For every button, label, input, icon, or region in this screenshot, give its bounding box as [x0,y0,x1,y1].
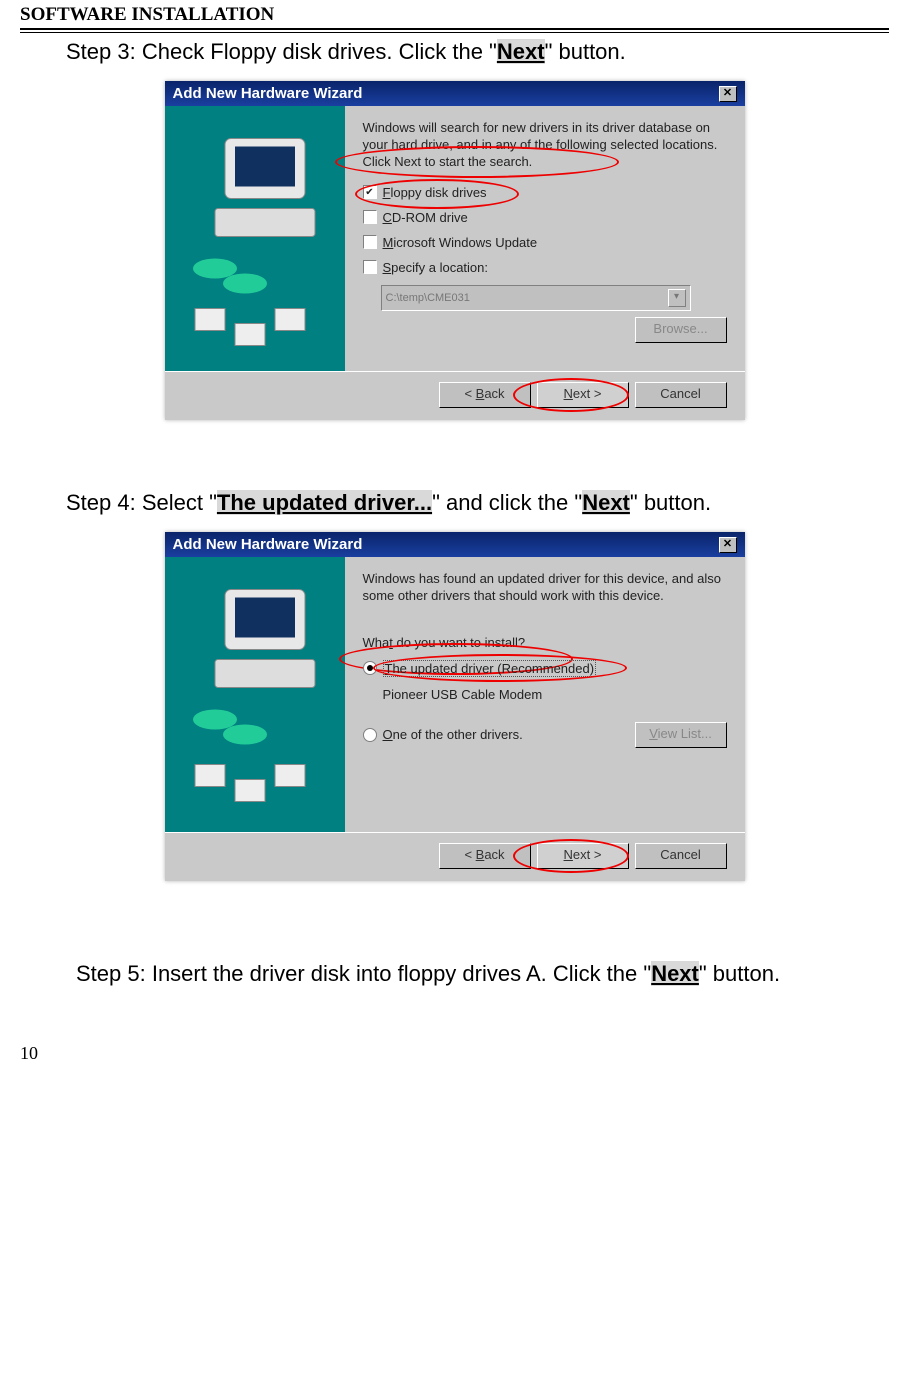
page-number: 10 [20,1003,889,1064]
dialog1-intro: Windows will search for new drivers in i… [363,120,727,171]
specify-label: Specify a location: [383,260,489,275]
dialog-title: Add New Hardware Wizard [173,536,363,553]
titlebar: Add New Hardware Wizard ✕ [165,81,745,106]
dialog2-question: What do you want to install? [363,635,727,650]
location-input: C:\temp\CME031 ▾ [381,285,691,311]
checkbox-icon [363,210,377,224]
view-list-button: View List... [635,722,727,748]
dialog-client: Windows will search for new drivers in i… [165,106,745,371]
step4-hl2: Next [582,490,630,515]
cdrom-checkbox-row[interactable]: CD-ROM drive [363,210,727,225]
dialog-right-pane: Windows has found an updated driver for … [345,557,745,832]
next-button[interactable]: Next > [537,382,629,408]
wu-label: Microsoft Windows Update [383,235,538,250]
dialog-right-pane: Windows will search for new drivers in i… [345,106,745,371]
step4-text: Step 4: Select "The updated driver..." a… [66,490,889,516]
dropdown-icon: ▾ [668,289,686,307]
dialog2-button-row: < Back Next > Cancel [165,832,745,881]
specify-checkbox-row[interactable]: Specify a location: [363,260,727,275]
step5-text: Step 5: Insert the driver disk into flop… [76,961,889,987]
checkbox-icon [363,235,377,249]
wizard-dialog-step3: Add New Hardware Wizard ✕ Windows will [165,81,745,420]
radio-icon [363,728,377,742]
step3-prefix: Step 3: Check Floppy disk drives. Click … [66,39,497,64]
wizard-sidebar-art [165,557,345,832]
driver-name: Pioneer USB Cable Modem [383,687,727,702]
back-button[interactable]: < Back [439,382,531,408]
dialog-title: Add New Hardware Wizard [173,85,363,102]
wizard-sidebar-art [165,106,345,371]
cdrom-label: CD-ROM drive [383,210,468,225]
step3-hl-next: Next [497,39,545,64]
radio-other-drivers[interactable]: One of the other drivers. View List... [363,722,727,748]
dialog-client: Windows has found an updated driver for … [165,557,745,832]
radio1-label: The updated driver (Recommended) [383,660,597,677]
floppy-label: Floppy disk drives [383,185,487,200]
radio-icon [363,661,377,675]
header-rule [20,28,889,33]
dialog1-button-row: < Back Next > Cancel [165,371,745,420]
step5-suffix: " button. [699,961,780,986]
back-label: < Back [464,847,504,862]
step3-text: Step 3: Check Floppy disk drives. Click … [66,39,889,65]
titlebar: Add New Hardware Wizard ✕ [165,532,745,557]
next-label: Next > [564,386,602,401]
step4-mid: " and click the " [432,490,582,515]
radio-updated-driver[interactable]: The updated driver (Recommended) [363,660,727,677]
checkbox-icon: ✔ [363,185,377,199]
close-icon[interactable]: ✕ [719,537,737,553]
wizard-dialog-step4: Add New Hardware Wizard ✕ Windows has [165,532,745,881]
wu-checkbox-row[interactable]: Microsoft Windows Update [363,235,727,250]
location-value: C:\temp\CME031 [386,292,470,304]
step5-hl: Next [651,961,699,986]
next-label: Next > [564,847,602,862]
page-header: SOFTWARE INSTALLATION [20,0,889,28]
step5-prefix: Step 5: Insert the driver disk into flop… [76,961,651,986]
step4-suffix: " button. [630,490,711,515]
radio2-label: One of the other drivers. [383,727,523,742]
next-button[interactable]: Next > [537,843,629,869]
close-icon[interactable]: ✕ [719,86,737,102]
cancel-button[interactable]: Cancel [635,382,727,408]
browse-button: Browse... [635,317,727,343]
back-label: < Back [464,386,504,401]
floppy-checkbox-row[interactable]: ✔ Floppy disk drives [363,185,727,200]
checkbox-icon [363,260,377,274]
step4-hl1: The updated driver... [217,490,432,515]
back-button[interactable]: < Back [439,843,531,869]
step4-prefix: Step 4: Select " [66,490,217,515]
cancel-button[interactable]: Cancel [635,843,727,869]
dialog2-intro: Windows has found an updated driver for … [363,571,727,605]
step3-suffix: " button. [545,39,626,64]
